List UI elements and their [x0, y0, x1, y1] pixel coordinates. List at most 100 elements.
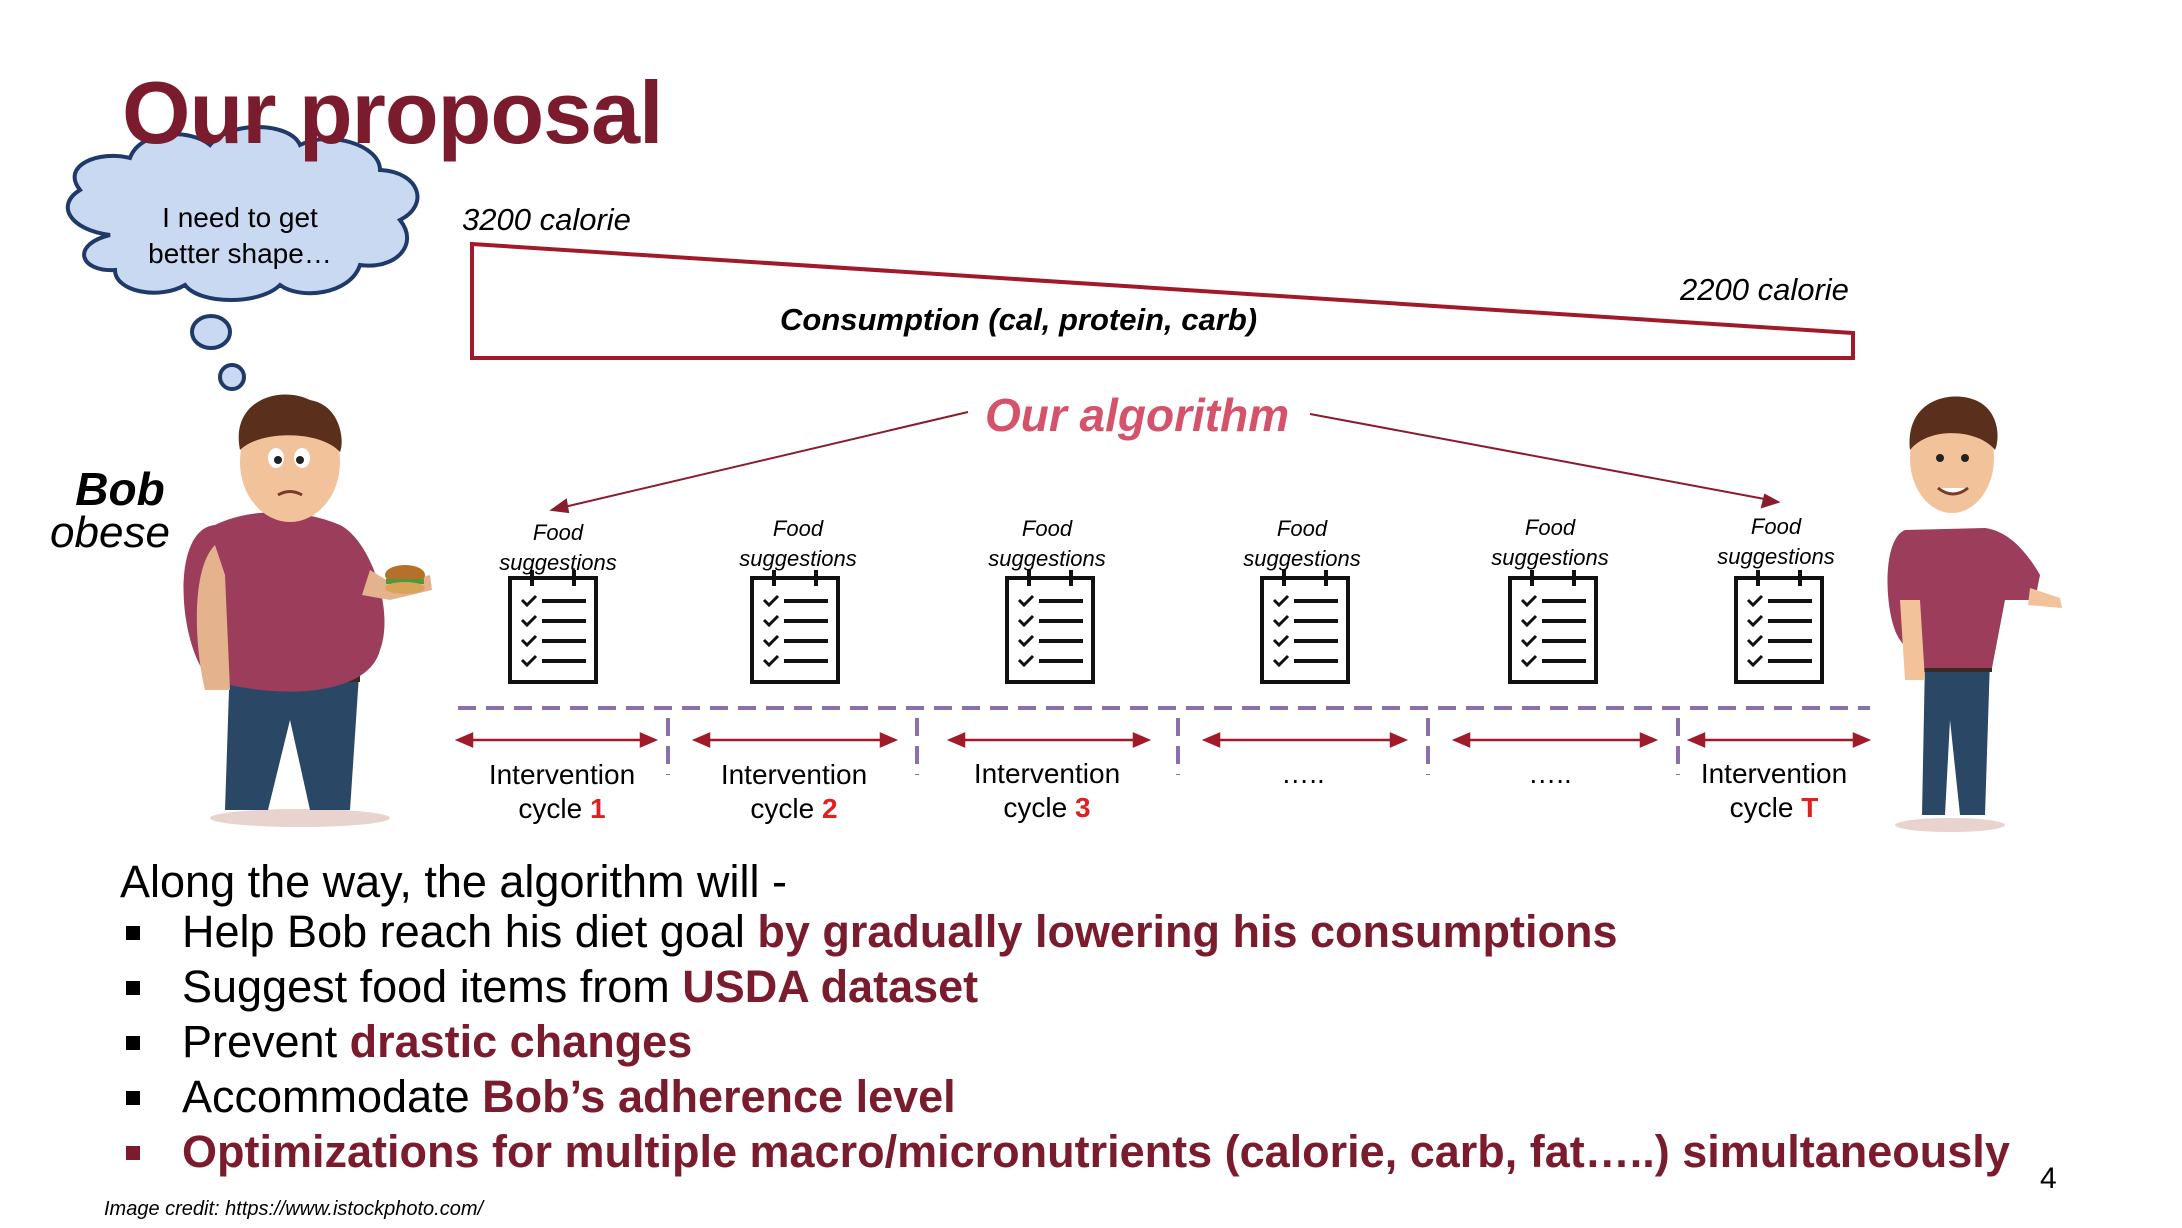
bullet-plain: Help Bob reach his diet goal — [182, 906, 758, 957]
checklist-frame — [508, 576, 598, 684]
cycle-subtitle: cycle 2 — [684, 792, 904, 826]
cycle-title: Intervention — [488, 759, 636, 790]
consumption-label: Consumption (cal, protein, carb) — [780, 302, 1258, 337]
arrow-head-right — [879, 732, 899, 748]
bullet-item-3: Prevent drastic changes — [120, 1014, 2010, 1069]
bullet-highlight: USDA dataset — [682, 961, 979, 1012]
bullet-item-1: Help Bob reach his diet goal by graduall… — [120, 904, 2010, 959]
page-title: Our proposal — [122, 63, 663, 162]
checklist-frame — [1508, 576, 1598, 684]
double-arrow-icon — [1451, 732, 1659, 748]
arrow-head-left — [691, 732, 711, 748]
image-credit: Image credit: https://www.istockphoto.co… — [104, 1198, 484, 1220]
suggestions-word: suggestions — [1491, 545, 1609, 570]
checklist-frame — [1260, 576, 1350, 684]
bullet-square-icon — [126, 1036, 140, 1050]
bullet-item-4: Accommodate Bob’s adherence level — [120, 1069, 2010, 1124]
bullet-highlight: by gradually lowering his consumptions — [757, 906, 1618, 957]
checklist-icon — [1508, 570, 1598, 684]
food-suggestions-label-4: Food suggestions — [1212, 514, 1392, 574]
cycle-number: T — [1801, 792, 1819, 823]
suggestions-word: suggestions — [988, 546, 1106, 571]
suggestions-word: suggestions — [1243, 546, 1361, 571]
checklist-frame — [1734, 576, 1824, 684]
arrow-head-right — [639, 732, 659, 748]
consumption-wedge — [470, 241, 1855, 360]
double-arrow-icon — [1686, 732, 1872, 748]
double-arrow-icon — [946, 732, 1152, 748]
cycle-title: Intervention — [1700, 758, 1848, 789]
cycle-title: Intervention — [720, 759, 868, 790]
suggestions-word: suggestions — [739, 546, 857, 571]
food-word: Food — [1750, 514, 1802, 539]
cycle-label-3: Intervention cycle 3 — [937, 757, 1157, 825]
arrow-head-left — [946, 732, 966, 748]
arrow-head-left — [1201, 732, 1221, 748]
double-arrow-icon — [691, 732, 899, 748]
bullet-list: Help Bob reach his diet goal by graduall… — [120, 904, 2010, 1179]
cycle-prefix: cycle — [518, 793, 590, 824]
page-number: 4 — [2040, 1162, 2057, 1195]
bullet-square-icon — [126, 1146, 140, 1160]
thought-line-2: better shape… — [148, 238, 332, 269]
cycle-subtitle: cycle T — [1664, 791, 1884, 825]
bullet-plain: Suggest food items from — [182, 961, 683, 1012]
arrow-head-right — [1852, 732, 1872, 748]
checklists — [508, 570, 1824, 684]
cycle-label-6: Intervention cycle T — [1664, 757, 1884, 825]
cycle-prefix: cycle — [1003, 792, 1075, 823]
fit-bob-illustration — [1887, 396, 2062, 832]
intro-text: Along the way, the algorithm will - — [120, 856, 787, 907]
checklist-frame — [1005, 576, 1095, 684]
food-suggestions-label-2: Food suggestions — [708, 514, 888, 574]
food-word: Food — [1276, 516, 1328, 541]
thought-bubble-text: I need to get better shape… — [110, 200, 370, 272]
food-word: Food — [1021, 516, 1073, 541]
arrow-head-right — [1639, 732, 1659, 748]
bullet-plain: Accommodate — [182, 1071, 483, 1122]
cycle-number: 3 — [1075, 792, 1091, 823]
food-suggestions-label-1: Food suggestions — [468, 518, 648, 578]
checklist-frame — [750, 576, 840, 684]
double-arrow-icon — [454, 732, 659, 748]
cycle-subtitle: cycle 3 — [937, 791, 1157, 825]
food-word: Food — [532, 520, 584, 545]
food-word: Food — [1524, 515, 1576, 540]
arrow-head-right — [1389, 732, 1409, 748]
cycle-title: Intervention — [973, 758, 1121, 789]
checklist-icon — [1734, 570, 1824, 684]
checklist-icon — [508, 570, 598, 684]
bullet-highlight: Bob’s adherence level — [482, 1071, 956, 1122]
cycle-number: 1 — [590, 793, 606, 824]
food-suggestions-label-3: Food suggestions — [957, 514, 1137, 574]
arrow-head-right — [1132, 732, 1152, 748]
obese-bob-illustration — [183, 394, 432, 827]
algorithm-label: Our algorithm — [985, 389, 1290, 441]
cycle-prefix: cycle — [1729, 792, 1802, 823]
bullet-highlight: Optimizations for multiple macro/micronu… — [182, 1126, 2010, 1177]
cycle-subtitle: cycle 1 — [452, 792, 672, 826]
checklist-icon — [1005, 570, 1095, 684]
arrow-head-left — [1451, 732, 1471, 748]
food-suggestions-label-5: Food suggestions — [1460, 513, 1640, 573]
cycle-label-dots-1: ….. — [1281, 758, 1325, 789]
cycle-prefix: cycle — [750, 793, 822, 824]
arrow-head-left — [1686, 732, 1706, 748]
bullet-item-2: Suggest food items from USDA dataset — [120, 959, 2010, 1014]
suggestions-word: suggestions — [499, 550, 617, 575]
bob-state: obese — [50, 508, 170, 557]
suggestions-word: suggestions — [1717, 544, 1835, 569]
food-word: Food — [772, 516, 824, 541]
cycle-number: 2 — [822, 793, 838, 824]
cycle-label-2: Intervention cycle 2 — [684, 758, 904, 826]
bullet-square-icon — [126, 981, 140, 995]
food-suggestions-label-6: Food suggestions — [1686, 512, 1866, 572]
double-arrow-icon — [1201, 732, 1409, 748]
bullet-square-icon — [126, 1091, 140, 1105]
checklist-icon — [750, 570, 840, 684]
thought-line-1: I need to get — [162, 202, 318, 233]
bullet-square-icon — [126, 926, 140, 940]
bullet-highlight: drastic changes — [349, 1016, 693, 1067]
bullet-item-5: Optimizations for multiple macro/micronu… — [120, 1124, 2010, 1179]
cycle-label-dots-2: ….. — [1528, 758, 1572, 789]
